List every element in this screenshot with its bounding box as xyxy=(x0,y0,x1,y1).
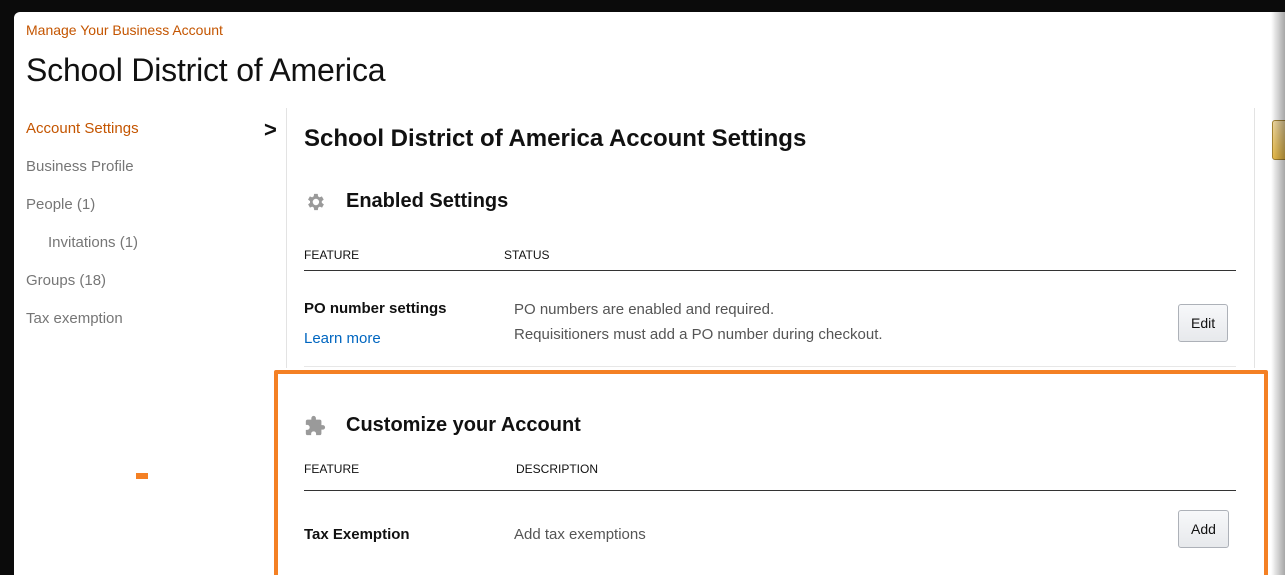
enabled-settings-title: Enabled Settings xyxy=(346,190,509,212)
edit-button[interactable]: Edit xyxy=(1178,304,1229,342)
gear-icon xyxy=(308,193,324,210)
column-header-status: STATUS xyxy=(504,248,550,262)
browser-window: Manage Your Business Account School Dist… xyxy=(14,12,1285,575)
column-header-feature: FEATURE xyxy=(304,248,360,262)
sidebar-item-tax-exemption[interactable]: Tax exemption xyxy=(26,310,276,348)
po-status-line-2: Requisitioners must add a PO number duri… xyxy=(514,326,883,343)
sidebar-item-label: Groups (18) xyxy=(26,272,107,289)
po-status-line-1: PO numbers are enabled and required. xyxy=(514,301,775,318)
sidebar-item-label: Account Settings xyxy=(26,120,139,137)
sidebar-item-label: Invitations (1) xyxy=(48,234,139,251)
sidebar-item-invitations[interactable]: Invitations (1) xyxy=(26,234,276,272)
po-status-text: PO numbers are enabled and required. Req… xyxy=(514,297,883,347)
enabled-settings-header: Enabled Settings xyxy=(304,190,508,213)
sidebar-item-account-settings[interactable]: Account Settings > xyxy=(26,117,277,158)
sidebar-item-label: People (1) xyxy=(26,196,96,213)
sidebar-divider xyxy=(286,108,287,368)
sidebar-item-label: Business Profile xyxy=(26,158,134,175)
row-divider xyxy=(304,366,1236,367)
chevron-right-icon: > xyxy=(264,117,277,142)
breadcrumb[interactable]: Manage Your Business Account xyxy=(26,22,223,38)
highlight-box xyxy=(274,370,1268,575)
table-header-rule xyxy=(304,270,1236,271)
right-rail-button[interactable] xyxy=(1272,120,1285,160)
sidebar: Account Settings > Business Profile Peop… xyxy=(26,117,277,348)
page-title: School District of America xyxy=(26,52,386,88)
annotation-mark xyxy=(136,473,148,479)
sidebar-item-label: Tax exemption xyxy=(26,310,123,327)
sidebar-item-groups[interactable]: Groups (18) xyxy=(26,272,276,310)
settings-title: School District of America Account Setti… xyxy=(304,125,807,152)
sidebar-item-people[interactable]: People (1) xyxy=(26,196,276,234)
po-number-settings-label: PO number settings xyxy=(304,300,447,317)
right-rail-divider xyxy=(1254,108,1255,368)
sidebar-item-business-profile[interactable]: Business Profile xyxy=(26,158,276,196)
learn-more-link[interactable]: Learn more xyxy=(304,330,381,347)
